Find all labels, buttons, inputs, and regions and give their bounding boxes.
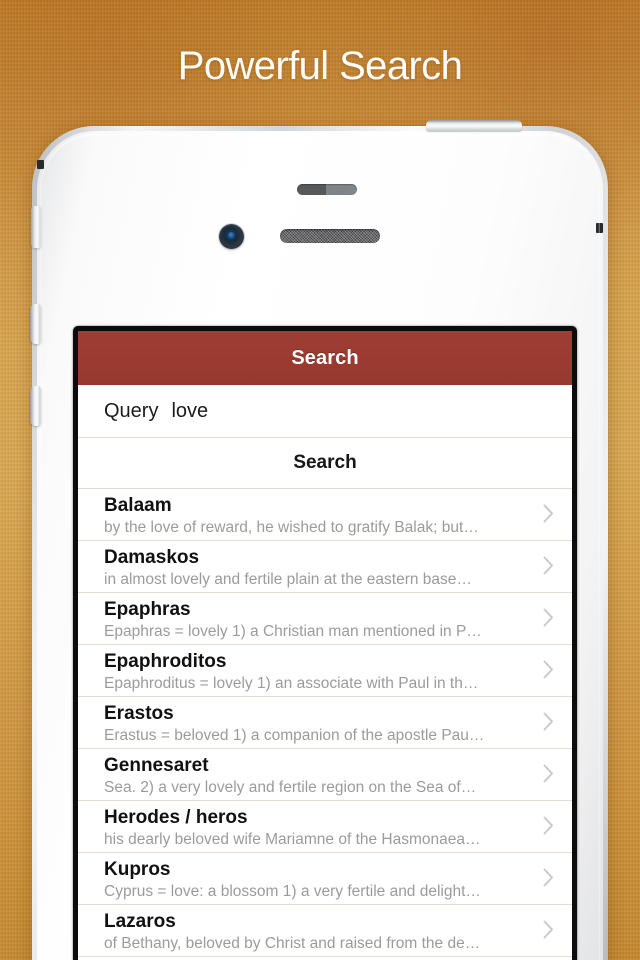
device-screen: Search Query love Search Balaam by the l… — [78, 331, 572, 960]
query-input-row[interactable]: Query love — [78, 385, 572, 438]
result-snippet: Epaphras = lovely 1) a Christian man men… — [104, 623, 482, 640]
device-front-shell: Search Query love Search Balaam by the l… — [30, 131, 603, 960]
result-row[interactable]: Gennesaret Sea. 2) a very lovely and fer… — [78, 749, 572, 801]
navbar-title: Search — [291, 346, 359, 369]
result-title: Herodes / heros — [104, 807, 248, 828]
power-button[interactable] — [426, 120, 522, 131]
result-row[interactable]: Balaam by the love of reward, he wished … — [78, 489, 572, 541]
result-title: Epaphras — [104, 599, 191, 620]
page-title: Powerful Search — [177, 44, 463, 88]
proximity-sensor-icon — [297, 184, 357, 195]
screen-bezel: Search Query love Search Balaam by the l… — [73, 326, 577, 960]
app-navigation-bar: Search — [78, 331, 572, 385]
result-title: Damaskos — [104, 547, 200, 568]
front-camera-icon — [219, 224, 244, 249]
result-title: Lazaros — [104, 911, 176, 932]
query-label: Query — [104, 399, 159, 422]
result-snippet: in almost lovely and fertile plain at th… — [104, 571, 472, 588]
result-row[interactable]: Damaskos in almost lovely and fertile pl… — [78, 541, 572, 593]
result-row[interactable]: Herodes / heros his dearly beloved wife … — [78, 801, 572, 853]
chevron-right-icon — [543, 660, 554, 679]
antenna-band-left-icon — [37, 160, 44, 169]
result-snippet: Cyprus = love: a blossom 1) a very ferti… — [104, 883, 481, 900]
chevron-right-icon — [543, 504, 554, 523]
result-snippet: by the love of reward, he wished to grat… — [104, 519, 479, 536]
search-results-list: Balaam by the love of reward, he wished … — [78, 489, 572, 957]
chevron-right-icon — [543, 868, 554, 887]
chevron-right-icon — [543, 920, 554, 939]
result-row[interactable]: Kupros Cyprus = love: a blossom 1) a ver… — [78, 853, 572, 905]
search-button[interactable]: Search — [78, 438, 572, 489]
result-snippet: his dearly beloved wife Mariamne of the … — [104, 831, 481, 848]
earpiece-speaker-icon — [280, 229, 380, 243]
volume-up-button[interactable] — [30, 304, 41, 344]
silent-switch[interactable] — [31, 206, 41, 248]
chevron-right-icon — [543, 764, 554, 783]
search-button-label: Search — [293, 452, 357, 473]
antenna-band-right-icon — [596, 223, 603, 233]
result-title: Balaam — [104, 495, 172, 516]
volume-down-button[interactable] — [30, 386, 41, 426]
result-row[interactable]: Lazaros of Bethany, beloved by Christ an… — [78, 905, 572, 957]
chevron-right-icon — [543, 816, 554, 835]
result-snippet: Epaphroditus = lovely 1) an associate wi… — [104, 675, 479, 692]
iphone-device-mockup: Search Query love Search Balaam by the l… — [30, 120, 608, 960]
result-row[interactable]: Erastos Erastus = beloved 1) a companion… — [78, 697, 572, 749]
result-title: Epaphroditos — [104, 651, 227, 672]
result-snippet: of Bethany, beloved by Christ and raised… — [104, 935, 481, 952]
query-input[interactable]: love — [171, 400, 208, 423]
result-row[interactable]: Epaphroditos Epaphroditus = lovely 1) an… — [78, 645, 572, 697]
result-snippet: Erastus = beloved 1) a companion of the … — [104, 727, 485, 744]
result-title: Erastos — [104, 703, 174, 724]
chevron-right-icon — [543, 608, 554, 627]
result-row[interactable]: Epaphras Epaphras = lovely 1) a Christia… — [78, 593, 572, 645]
result-title: Kupros — [104, 859, 171, 880]
chevron-right-icon — [543, 712, 554, 731]
chevron-right-icon — [543, 556, 554, 575]
result-title: Gennesaret — [104, 755, 209, 776]
result-snippet: Sea. 2) a very lovely and fertile region… — [104, 779, 477, 796]
